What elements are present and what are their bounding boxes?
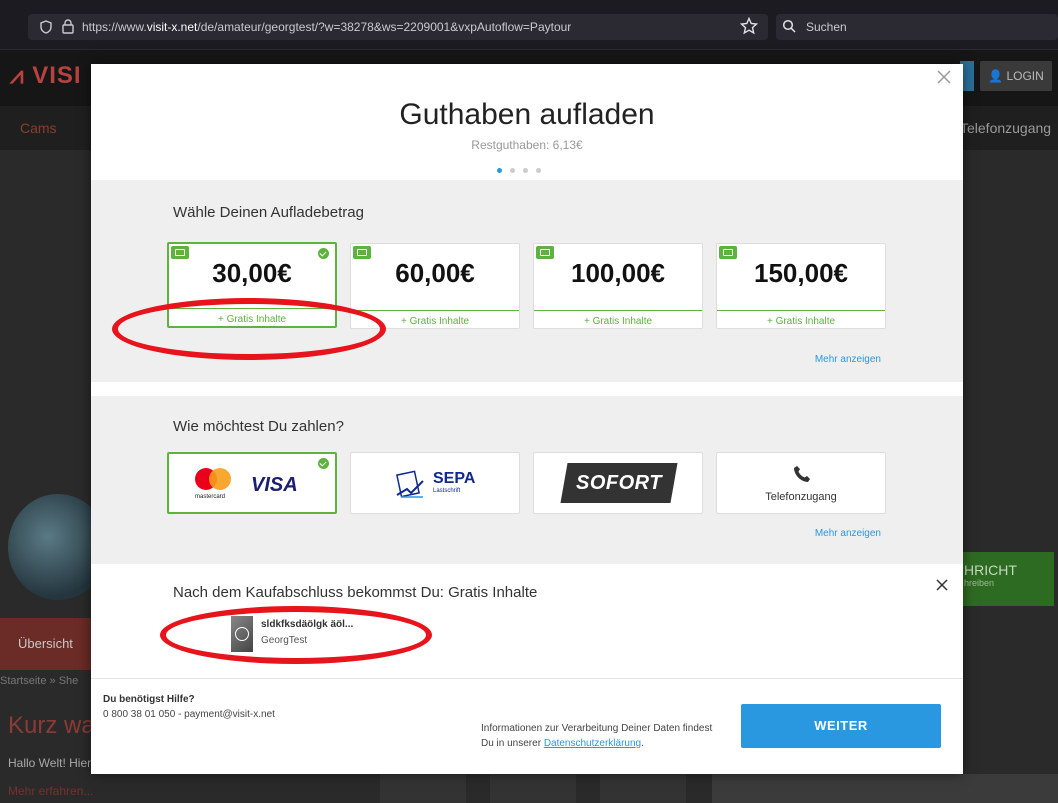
amount-option-150[interactable]: 150,00€ + Gratis Inhalte [716, 243, 886, 329]
amount-value: 60,00€ [395, 258, 475, 288]
close-icon[interactable] [935, 578, 949, 592]
shield-icon[interactable] [40, 20, 52, 34]
gratis-title: Nach dem Kaufabschluss bekommst Du: Grat… [173, 584, 538, 601]
location-map [712, 774, 1058, 803]
nav-item-cams[interactable]: Cams [20, 120, 57, 136]
nav-item-telefonzugang[interactable]: Telefonzugang [960, 120, 1051, 136]
step-dot-3 [523, 168, 528, 173]
amount-section: Wähle Deinen Aufladebetrag 30,00€ + Grat… [91, 180, 963, 382]
payment-option-sofort[interactable]: SOFORT [533, 452, 703, 514]
close-icon[interactable] [935, 68, 953, 86]
sofort-logo: SOFORT [576, 472, 662, 494]
heart-stat-box [380, 774, 466, 803]
search-icon [782, 19, 796, 33]
amount-more-link[interactable]: Mehr anzeigen [815, 354, 881, 365]
amount-value: 150,00€ [754, 258, 848, 288]
url-prefix: https://www. [82, 20, 147, 34]
privacy-notice: Informationen zur Verarbeitung Deiner Da… [481, 721, 721, 751]
step-dot-4 [536, 168, 541, 173]
gender-stat-box [600, 774, 686, 803]
amount-bonus: + Gratis Inhalte [400, 316, 470, 327]
phone-icon [794, 466, 810, 482]
url-bar[interactable]: https://www.visit-x.net/de/amateur/georg… [28, 14, 768, 40]
bonus-divider [534, 310, 702, 311]
sepa-subtitle: Lastschrift [433, 488, 461, 494]
modal-title: Guthaben aufladen [399, 98, 655, 131]
sepa-signature-icon [396, 470, 424, 498]
browser-toolbar: https://www.visit-x.net/de/amateur/georg… [0, 0, 1058, 50]
visa-logo: VISA [251, 474, 298, 496]
continue-button[interactable]: WEITER [741, 704, 941, 748]
url-host: visit-x.net [146, 20, 198, 34]
amount-bonus: + Gratis Inhalte [583, 316, 653, 327]
lock-icon[interactable] [62, 19, 74, 34]
video-thumbnail[interactable] [231, 616, 253, 652]
amount-bonus: + Gratis Inhalte [217, 314, 287, 325]
telefon-label: Telefonzugang [765, 491, 837, 503]
amount-section-title: Wähle Deinen Aufladebetrag [173, 204, 364, 221]
topup-modal: Guthaben aufladen Restguthaben: 6,13€ Wä… [91, 64, 963, 774]
payment-section-title: Wie möchtest Du zahlen? [173, 418, 344, 435]
payment-section: Wie möchtest Du zahlen? mastercard VISA … [91, 396, 963, 564]
message-button[interactable]: HRICHT hreiben [960, 552, 1054, 606]
payment-more-link[interactable]: Mehr anzeigen [815, 528, 881, 539]
payment-option-visa-mastercard[interactable]: mastercard VISA [167, 452, 337, 514]
profile-intro-text: Hallo Welt! Hier [8, 756, 92, 770]
url-path: /de/amateur/georgtest/?w=38278&ws=220900… [197, 20, 572, 34]
site-logo: ⩘ VISI [10, 62, 82, 89]
login-button[interactable]: 👤 LOGIN [980, 61, 1052, 91]
amount-option-100[interactable]: 100,00€ + Gratis Inhalte [533, 243, 703, 329]
search-placeholder: Suchen [806, 20, 847, 34]
more-info-link[interactable]: Mehr erfahren... [8, 784, 93, 798]
tab-overview[interactable]: Übersicht [0, 618, 96, 670]
privacy-end: . [641, 738, 644, 749]
bookmark-star-icon[interactable] [740, 17, 758, 35]
payment-option-sepa[interactable]: SEPA Lastschrift [350, 452, 520, 514]
amount-option-30[interactable]: 30,00€ + Gratis Inhalte [167, 242, 337, 328]
bonus-divider [169, 308, 335, 309]
footer-divider [91, 678, 963, 679]
gratis-item-author: GeorgTest [261, 635, 308, 646]
gratis-item-title: sldkfksdäölgk äöl... [261, 619, 354, 630]
amount-bonus: + Gratis Inhalte [766, 316, 836, 327]
country-stat-box [490, 774, 576, 803]
search-input[interactable]: Suchen [776, 14, 1058, 40]
bonus-divider [351, 310, 519, 311]
check-icon [318, 458, 329, 469]
amount-value: 100,00€ [571, 258, 665, 288]
step-dot-2 [510, 168, 515, 173]
amount-option-60[interactable]: 60,00€ + Gratis Inhalte [350, 243, 520, 329]
payment-option-telefon[interactable]: Telefonzugang [716, 452, 886, 514]
help-contact: 0 800 38 01 050 - payment@visit-x.net [103, 709, 275, 720]
sepa-logo: SEPA [433, 470, 476, 487]
help-title: Du benötigst Hilfe? [103, 694, 195, 705]
remaining-balance: Restguthaben: 6,13€ [471, 138, 583, 152]
bonus-divider [717, 310, 885, 311]
step-dot-1 [497, 168, 502, 173]
privacy-link[interactable]: Datenschutzerklärung [544, 738, 641, 749]
breadcrumb: Startseite » She [0, 675, 79, 687]
amount-value: 30,00€ [212, 258, 292, 288]
